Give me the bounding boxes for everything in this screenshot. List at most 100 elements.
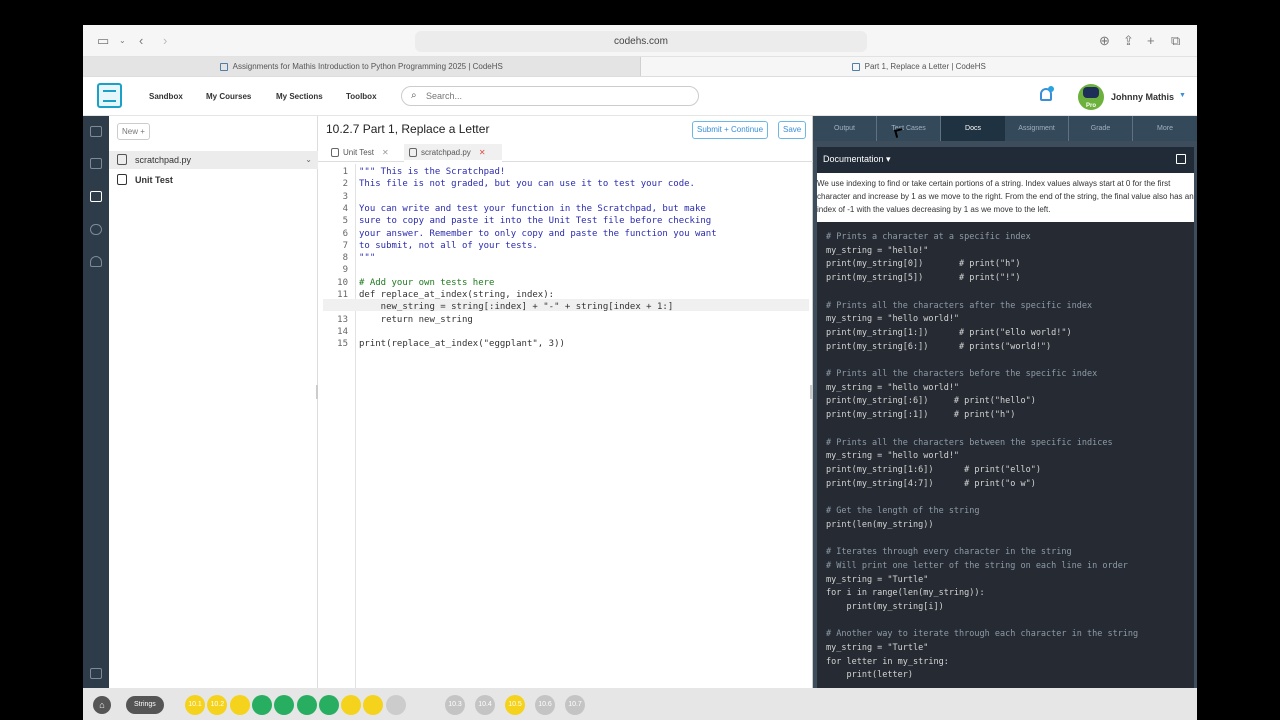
- doc-code-line: print(len(my_string)): [826, 519, 934, 530]
- documentation-text: We use indexing to find or take certain …: [817, 179, 1194, 214]
- browser-tab-replace-letter[interactable]: Part 1, Replace a Letter | CodeHS: [641, 57, 1198, 76]
- doc-code-line: for i in range(len(my_string)):: [826, 588, 985, 599]
- chevron-down-icon[interactable]: ⌄: [305, 151, 312, 169]
- map-icon[interactable]: [90, 126, 102, 137]
- page-title: 10.2.7 Part 1, Replace a Letter: [326, 122, 490, 136]
- doc-code-line: print(my_string[1:]) # print("ello world…: [826, 327, 1072, 338]
- progress-dot[interactable]: 10.4: [475, 695, 495, 715]
- progress-dot[interactable]: 10.1: [185, 695, 205, 715]
- external-link-icon[interactable]: [1176, 154, 1186, 164]
- progress-dot[interactable]: [296, 695, 317, 715]
- forward-icon[interactable]: ›: [163, 33, 167, 48]
- people-icon[interactable]: [90, 256, 102, 267]
- progress-dot[interactable]: 10.2: [207, 695, 228, 715]
- browser-tab-assignments[interactable]: Assignments for Mathis Introduction to P…: [83, 57, 641, 76]
- share-icon[interactable]: ⇪: [1123, 33, 1134, 49]
- nav-my-sections[interactable]: My Sections: [276, 92, 323, 101]
- caret-down-icon[interactable]: ▼: [1179, 92, 1186, 99]
- tab-test-cases[interactable]: Test Cases: [877, 116, 941, 141]
- line-number: 9: [342, 265, 348, 276]
- code-line: to submit, not all of your tests.: [359, 240, 538, 251]
- progress-dot[interactable]: 10.3: [445, 695, 465, 715]
- new-tab-icon[interactable]: +: [1147, 33, 1155, 48]
- code-icon[interactable]: [90, 191, 102, 202]
- progress-dot[interactable]: 10.6: [535, 695, 555, 715]
- browser-tabs: Assignments for Mathis Introduction to P…: [83, 57, 1197, 77]
- line-number: 6: [342, 228, 348, 239]
- tab-grade[interactable]: Grade: [1069, 116, 1133, 141]
- line-number: 7: [342, 240, 348, 251]
- progress-dot[interactable]: [363, 695, 384, 715]
- progress-dot[interactable]: 10.5: [505, 695, 525, 715]
- doc-code-line: # Prints all the characters between the …: [826, 437, 1113, 448]
- code-line: new_string = string[:index] + "-" + stri…: [359, 302, 674, 313]
- code-line: print(replace_at_index("eggplant", 3)): [359, 339, 565, 350]
- code-line: """: [359, 253, 376, 264]
- line-number: 10: [337, 277, 348, 288]
- unit-pill[interactable]: Strings: [126, 696, 164, 714]
- progress-dot[interactable]: [251, 695, 272, 715]
- doc-code-line: print(my_string[5]) # print("!"): [826, 273, 1021, 284]
- progress-dot[interactable]: [385, 695, 406, 715]
- avatar[interactable]: Pro: [1078, 84, 1104, 110]
- tab-unit-test[interactable]: Unit Test ✕: [326, 144, 398, 162]
- new-file-button[interactable]: New +: [117, 123, 150, 140]
- file-name: Unit Test: [135, 175, 173, 185]
- panel-resize-handle[interactable]: [810, 385, 812, 399]
- codehs-logo[interactable]: [97, 83, 122, 108]
- line-number: 13: [337, 314, 348, 325]
- doc-code-line: print(my_string[0]) # print("h"): [826, 259, 1021, 270]
- user-name[interactable]: Johnny Mathis: [1111, 92, 1174, 102]
- code-line: You can write and test your function in …: [359, 203, 706, 214]
- progress-dot[interactable]: [318, 695, 339, 715]
- tab-output[interactable]: Output: [813, 116, 877, 141]
- save-button[interactable]: Save: [778, 121, 807, 139]
- doc-code-line: print(my_string[6:]) # prints("world!"): [826, 341, 1052, 352]
- doc-code-line: # Will print one letter of the string on…: [826, 560, 1128, 571]
- progress-dot[interactable]: 10.7: [565, 695, 585, 715]
- code-line: return new_string: [359, 314, 473, 325]
- back-icon[interactable]: ‹: [139, 33, 143, 48]
- gear-icon[interactable]: [90, 224, 102, 235]
- tab-docs[interactable]: Docs: [941, 116, 1005, 141]
- search-input[interactable]: ⌕ Search...: [401, 86, 699, 106]
- code-line: def replace_at_index(string, index):: [359, 290, 555, 300]
- search-icon: ⌕: [411, 90, 417, 101]
- file-item-scratchpad[interactable]: scratchpad.py ⌄: [109, 151, 318, 169]
- code-line: This file is not graded, but you can use…: [359, 179, 695, 190]
- documentation-dropdown[interactable]: Documentation ▾: [823, 154, 891, 165]
- progress-dot[interactable]: [341, 695, 362, 715]
- close-icon[interactable]: ✕: [382, 148, 389, 157]
- doc-code-line: my_string = "Turtle": [826, 643, 929, 653]
- tab-assignment[interactable]: Assignment: [1005, 116, 1069, 141]
- nav-toolbox[interactable]: Toolbox: [346, 92, 377, 101]
- sidebar-icon[interactable]: ▭: [97, 33, 109, 49]
- calendar-icon[interactable]: [90, 158, 102, 169]
- code-line: """ This is the Scratchpad!: [359, 167, 506, 177]
- close-icon[interactable]: ✕: [479, 148, 486, 157]
- layout-icon[interactable]: [90, 668, 102, 679]
- doc-code-line: # Another way to iterate through each ch…: [826, 629, 1139, 640]
- doc-code-line: # Prints all the characters before the s…: [826, 369, 1098, 379]
- line-number: 4: [342, 203, 348, 214]
- tab-overview-icon[interactable]: ⧉: [1171, 33, 1180, 49]
- file-item-unit-test[interactable]: Unit Test: [109, 171, 318, 189]
- tab-scratchpad[interactable]: scratchpad.py ✕: [404, 144, 502, 162]
- file-icon: [331, 148, 339, 157]
- doc-code-line: my_string = "hello world!": [826, 314, 960, 325]
- file-name: scratchpad.py: [135, 155, 192, 165]
- nav-sandbox[interactable]: Sandbox: [149, 92, 183, 101]
- progress-dot[interactable]: [274, 695, 295, 715]
- download-icon[interactable]: ⊕: [1099, 33, 1110, 49]
- url-text: codehs.com: [614, 36, 668, 47]
- doc-code-line: # Prints a character at a specific index: [826, 232, 1031, 242]
- doc-code-line: # Get the length of the string: [826, 506, 980, 516]
- chevron-down-icon[interactable]: ⌄: [119, 36, 126, 45]
- tab-more[interactable]: More: [1133, 116, 1197, 141]
- submit-continue-button[interactable]: Submit + Continue: [692, 121, 769, 139]
- progress-dot[interactable]: [229, 695, 250, 715]
- code-area[interactable]: 123456789101112131415 """ This is the Sc…: [318, 164, 813, 688]
- nav-my-courses[interactable]: My Courses: [206, 92, 251, 101]
- home-icon[interactable]: ⌂: [93, 696, 111, 714]
- address-bar[interactable]: codehs.com: [415, 31, 867, 52]
